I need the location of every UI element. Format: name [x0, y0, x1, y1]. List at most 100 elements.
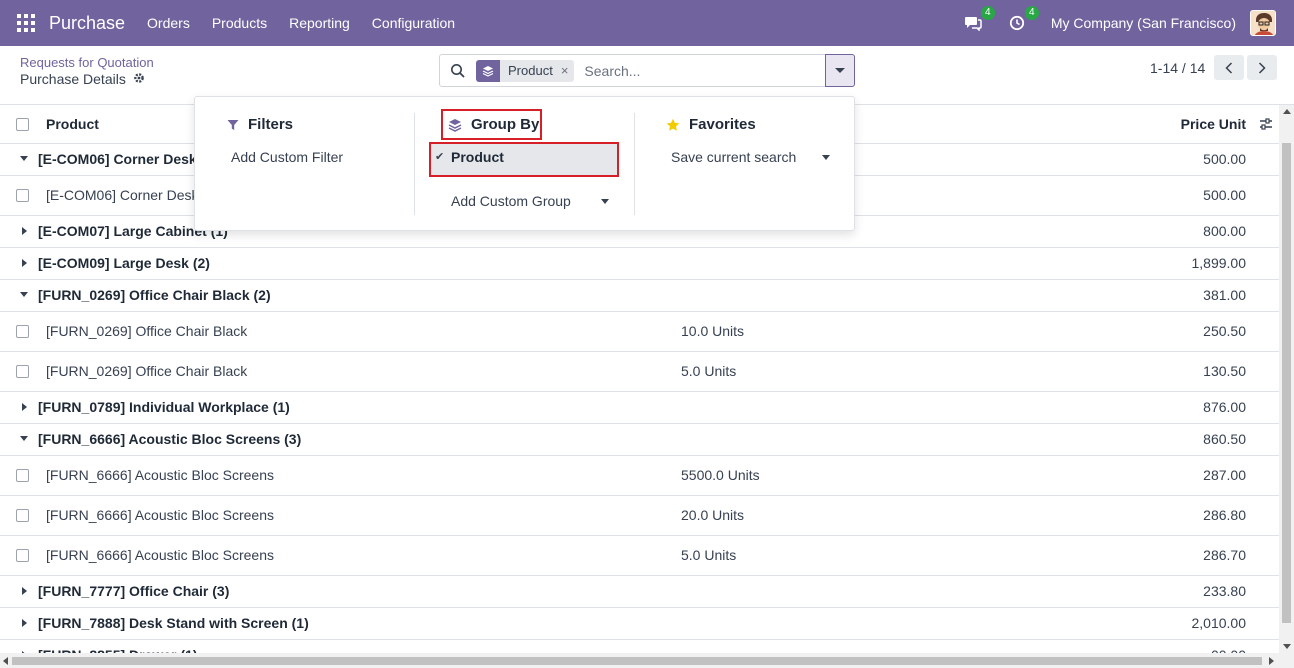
- quantity-cell: 20.0 Units: [681, 507, 745, 523]
- quantity-cell: 5.0 Units: [681, 547, 737, 563]
- product-cell: [FURN_6666] Acoustic Bloc Screens: [46, 547, 274, 563]
- product-cell: [FURN_6666] Acoustic Bloc Screens: [46, 467, 274, 483]
- menu-configuration[interactable]: Configuration: [372, 15, 455, 31]
- groupby-section-title: Group By: [448, 116, 539, 133]
- pager-next-button[interactable]: [1247, 55, 1277, 80]
- caret-down-icon[interactable]: [601, 199, 609, 204]
- product-cell: [FURN_6666] Acoustic Bloc Screens: [46, 507, 274, 523]
- vertical-scrollbar[interactable]: [1279, 105, 1294, 653]
- menu-products[interactable]: Products: [212, 15, 267, 31]
- menu-orders[interactable]: Orders: [147, 15, 190, 31]
- price-unit-cell: 860.50: [1203, 431, 1246, 447]
- price-unit-cell: 130.50: [1203, 363, 1246, 379]
- price-unit-cell: 250.50: [1203, 323, 1246, 339]
- chevron-left-icon: [1225, 61, 1233, 74]
- group-label: [FURN_0269] Office Chair Black (2): [38, 287, 271, 303]
- group-label: [FURN_7888] Desk Stand with Screen (1): [38, 615, 309, 631]
- add-custom-filter[interactable]: Add Custom Filter: [231, 149, 343, 165]
- price-unit-cell: 381.00: [1203, 287, 1246, 303]
- section-divider: [414, 113, 415, 215]
- row-checkbox[interactable]: [16, 469, 29, 482]
- add-custom-group-select[interactable]: Add Custom Group: [451, 193, 571, 209]
- quantity-cell: 5.0 Units: [681, 363, 737, 379]
- table-row[interactable]: [FURN_6666] Acoustic Bloc Screens 5.0 Uni…: [0, 536, 1279, 576]
- horizontal-scroll-thumb[interactable]: [12, 657, 1262, 665]
- table-row[interactable]: [FURN_0269] Office Chair Black 5.0 Units 1…: [0, 352, 1279, 392]
- caret-down-icon: [20, 292, 28, 297]
- group-row[interactable]: [FURN_0789] Individual Workplace (1) 876.…: [0, 392, 1279, 424]
- group-row[interactable]: [FURN_7888] Desk Stand with Screen (1) 2,…: [0, 608, 1279, 640]
- product-cell: [FURN_0269] Office Chair Black: [46, 323, 248, 339]
- gear-icon[interactable]: [133, 72, 145, 87]
- pager-previous-button[interactable]: [1214, 55, 1244, 80]
- save-current-search[interactable]: Save current search: [671, 149, 796, 165]
- page-title: Purchase Details: [20, 71, 145, 87]
- search-input[interactable]: [584, 62, 785, 79]
- filter-icon: [227, 119, 239, 130]
- group-row[interactable]: [E-COM09] Large Desk (2) 1,899.00: [0, 248, 1279, 280]
- column-header-product[interactable]: Product: [46, 116, 99, 132]
- search-options-toggle[interactable]: [825, 54, 855, 87]
- vertical-scroll-thumb[interactable]: [1282, 143, 1291, 623]
- search-facet: Product ×: [476, 59, 575, 82]
- groupby-title: Group By: [471, 116, 540, 133]
- product-option-highlight: [429, 142, 619, 177]
- table-row[interactable]: [FURN_6666] Acoustic Bloc Screens 5500.0 …: [0, 456, 1279, 496]
- star-icon: [666, 118, 680, 131]
- search-panel-dropdown: Filters Add Custom Filter Group By ✔ Pro…: [194, 96, 855, 231]
- pager-value[interactable]: 1-14 / 14: [1150, 60, 1205, 76]
- favorites-title: Favorites: [689, 116, 756, 133]
- user-avatar[interactable]: [1250, 10, 1276, 36]
- activities-badge: 4: [1024, 6, 1039, 20]
- table-row[interactable]: [FURN_6666] Acoustic Bloc Screens 20.0 Un…: [0, 496, 1279, 536]
- group-row[interactable]: [FURN_0269] Office Chair Black (2) 381.00: [0, 280, 1279, 312]
- app-name[interactable]: Purchase: [49, 13, 125, 34]
- select-all-checkbox[interactable]: [16, 118, 29, 131]
- breadcrumb[interactable]: Requests for Quotation: [20, 55, 154, 70]
- section-divider: [634, 113, 635, 215]
- row-checkbox[interactable]: [16, 325, 29, 338]
- product-cell: [FURN_0269] Office Chair Black: [46, 363, 248, 379]
- price-unit-cell: 2,010.00: [1191, 615, 1247, 631]
- top-navbar: Purchase Orders Products Reporting Confi…: [0, 0, 1294, 46]
- page-title-text: Purchase Details: [20, 71, 126, 87]
- price-unit-cell: 286.80: [1203, 507, 1246, 523]
- menu-reporting[interactable]: Reporting: [289, 15, 350, 31]
- caret-down-icon[interactable]: [822, 155, 830, 160]
- group-label: [E-COM09] Large Desk (2): [38, 255, 210, 271]
- search-icon: [451, 63, 465, 78]
- caret-down-icon: [835, 68, 845, 73]
- column-header-price-unit[interactable]: Price Unit: [1181, 116, 1246, 132]
- optional-columns-icon[interactable]: [1259, 117, 1273, 134]
- caret-down-icon: [20, 156, 28, 161]
- table-row[interactable]: [FURN_0269] Office Chair Black 10.0 Units…: [0, 312, 1279, 352]
- caret-right-icon: [22, 259, 27, 267]
- price-unit-cell: 500.00: [1203, 187, 1246, 203]
- facet-remove-icon[interactable]: ×: [558, 59, 575, 82]
- row-checkbox[interactable]: [16, 189, 29, 202]
- scroll-up-arrow[interactable]: [1283, 109, 1291, 114]
- group-label: [FURN_7777] Office Chair (3): [38, 583, 230, 599]
- search-box: Product ×: [439, 54, 826, 87]
- row-checkbox[interactable]: [16, 509, 29, 522]
- scroll-right-arrow[interactable]: [1269, 657, 1274, 665]
- apps-grid-icon[interactable]: [17, 14, 35, 32]
- row-checkbox[interactable]: [16, 365, 29, 378]
- horizontal-scrollbar[interactable]: [0, 653, 1294, 668]
- messages-icon[interactable]: 4: [963, 6, 995, 33]
- group-label: [FURN_0789] Individual Workplace (1): [38, 399, 290, 415]
- layers-icon: [476, 59, 500, 82]
- row-checkbox[interactable]: [16, 549, 29, 562]
- scroll-left-arrow[interactable]: [3, 657, 8, 665]
- caret-down-icon: [20, 436, 28, 441]
- activity-clock-icon[interactable]: 4: [1007, 6, 1039, 33]
- filters-section-title: Filters: [227, 116, 293, 133]
- price-unit-cell: 800.00: [1203, 223, 1246, 239]
- company-switcher[interactable]: My Company (San Francisco): [1051, 15, 1236, 31]
- group-row[interactable]: [FURN_6666] Acoustic Bloc Screens (3) 860…: [0, 424, 1279, 456]
- caret-right-icon: [22, 403, 27, 411]
- chevron-right-icon: [1258, 61, 1266, 74]
- scroll-down-arrow[interactable]: [1283, 644, 1291, 649]
- group-row[interactable]: [FURN_7777] Office Chair (3) 233.80: [0, 576, 1279, 608]
- layers-icon: [448, 118, 462, 132]
